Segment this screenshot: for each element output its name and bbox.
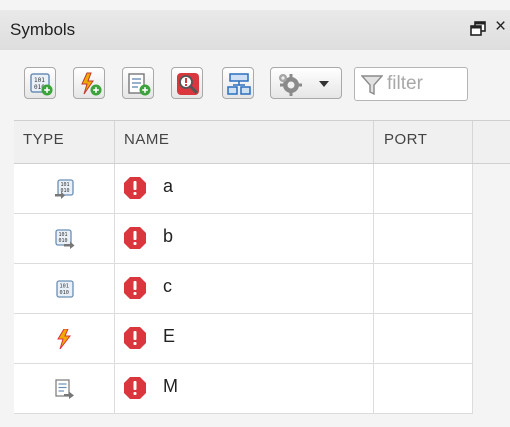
svg-text:101: 101 [60,284,69,290]
hierarchy-icon [227,73,251,95]
error-icon [124,177,146,199]
add-message-button[interactable] [122,67,154,99]
type-cell[interactable]: 101 010 [14,214,115,263]
name-cell[interactable]: E [115,314,374,363]
name-cell[interactable]: a [115,164,374,213]
symbol-name: c [163,276,172,296]
panel-title: Symbols [10,20,76,39]
chevron-down-icon [319,81,329,87]
filter-icon [361,75,383,96]
undock-icon[interactable] [470,21,486,37]
name-cell[interactable]: M [115,364,374,413]
table-row[interactable]: 101 010 b [14,214,473,264]
add-data-button[interactable]: 101 010 [24,67,56,99]
table-row[interactable]: 101 010 c [14,264,473,314]
settings-menu-button[interactable] [270,67,342,99]
svg-text:101: 101 [34,77,45,84]
name-cell[interactable]: b [115,214,374,263]
table-row[interactable]: 101 010 a [14,164,473,214]
type-cell[interactable]: 101 010 [14,264,115,313]
output-data-icon: 101 010 [55,229,75,249]
magnifier-warning-icon [177,73,199,95]
symbol-name: E [163,326,176,346]
message-plus-icon [128,73,151,96]
toolbar: 101 010 [0,50,510,120]
event-plus-icon [81,72,102,96]
close-icon[interactable]: × [495,17,506,36]
error-icon [124,277,146,299]
resolve-undefined-button[interactable] [171,67,203,99]
input-data-icon: 101 010 [55,179,74,199]
local-data-icon: 101 010 [56,280,74,298]
hierarchy-button[interactable] [222,67,254,99]
port-cell[interactable] [374,164,473,213]
svg-text:010: 010 [59,238,68,244]
gear-icon [279,74,302,96]
column-header-port[interactable]: PORT [374,121,473,163]
symbol-name: M [163,376,178,396]
symbols-table: TYPE NAME PORT 101 010 a 101 010 b 101 0… [14,120,510,415]
symbols-panel: Symbols × 101 010 filter TYPE NAME PORT … [0,0,510,427]
column-header-filler [473,121,510,163]
table-row[interactable]: E [14,314,473,364]
column-header-name[interactable]: NAME [115,121,374,163]
filter-input[interactable] [387,72,463,96]
event-icon [57,329,72,349]
table-header: TYPE NAME PORT [14,120,510,164]
name-cell[interactable]: c [115,264,374,313]
port-cell[interactable] [374,314,473,363]
type-cell[interactable] [14,364,115,413]
symbol-name: b [163,226,174,246]
svg-text:010: 010 [60,290,69,296]
port-cell[interactable] [374,214,473,263]
type-cell[interactable]: 101 010 [14,164,115,213]
add-event-button[interactable] [73,67,105,99]
table-body: 101 010 a 101 010 b 101 010 c E M [14,164,473,414]
column-header-type[interactable]: TYPE [14,121,115,163]
symbol-name: a [163,176,174,196]
error-icon [124,327,146,349]
data-plus-icon: 101 010 [30,73,53,96]
panel-titlebar: Symbols × [0,10,510,51]
message-icon [55,379,74,399]
type-cell[interactable] [14,314,115,363]
table-row[interactable]: M [14,364,473,414]
error-icon [124,227,146,249]
error-icon [124,377,146,399]
port-cell[interactable] [374,264,473,313]
filter-field[interactable] [354,67,468,101]
port-cell[interactable] [374,364,473,413]
